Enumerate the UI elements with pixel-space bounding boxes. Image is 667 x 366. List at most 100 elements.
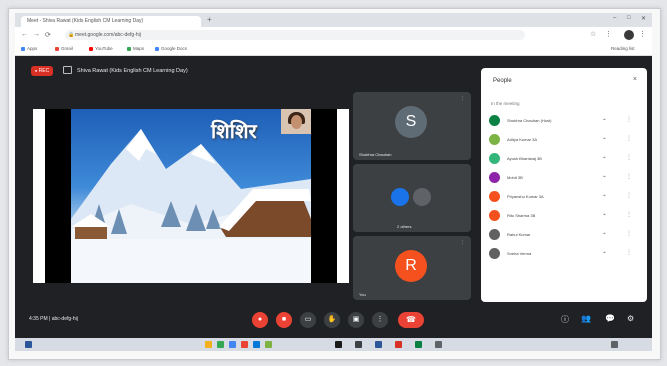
- tile-name: You: [359, 292, 366, 297]
- close-window-icon[interactable]: ✕: [641, 15, 646, 22]
- list-item[interactable]: Rahul Kumar ⌖ ⋮: [489, 226, 639, 244]
- camera-off-button[interactable]: ■: [276, 312, 292, 328]
- more-icon[interactable]: ⋮: [626, 249, 632, 256]
- list-item[interactable]: Sneha Verma ⌖ ⋮: [489, 245, 639, 263]
- avatar: [489, 115, 500, 126]
- app-icon[interactable]: [265, 341, 272, 348]
- app-icon[interactable]: [217, 341, 224, 348]
- list-item[interactable]: Priyanshu Kumar 3A ⌖ ⋮: [489, 188, 639, 206]
- app-icon[interactable]: [335, 341, 342, 348]
- list-item[interactable]: Aditya Kumar 3A ⌖ ⋮: [489, 131, 639, 149]
- mic-off-icon[interactable]: ⌖: [603, 174, 606, 180]
- avatar: [489, 134, 500, 145]
- reading-list[interactable]: Reading list: [611, 43, 635, 55]
- mic-off-icon[interactable]: ⌖: [603, 193, 606, 199]
- panel-title: People: [493, 78, 512, 84]
- pin-icon[interactable]: ⋮: [460, 96, 465, 102]
- slide-heading: शिशिर: [211, 119, 257, 143]
- bookmark-youtube[interactable]: YouTube: [89, 43, 113, 55]
- minimize-icon[interactable]: –: [613, 15, 616, 21]
- list-item[interactable]: Ritu Sharma 3B ⌖ ⋮: [489, 207, 639, 225]
- lock-icon: 🔒: [68, 32, 75, 38]
- app-icon[interactable]: [253, 341, 260, 348]
- mic-off-icon[interactable]: ⌖: [603, 231, 606, 237]
- meet-window: ● REC Shiva Rawat (Kids English CM Learn…: [15, 56, 652, 338]
- reload-icon[interactable]: ⟳: [45, 31, 51, 39]
- menu-icon[interactable]: ⋮: [639, 30, 646, 38]
- star-icon[interactable]: ☆: [590, 30, 596, 38]
- mic-off-icon[interactable]: ⌖: [603, 250, 606, 256]
- stage-right-edge: [337, 109, 349, 283]
- close-icon[interactable]: ×: [633, 76, 637, 83]
- participant-name: Ritu Sharma 3B: [507, 213, 536, 218]
- list-item[interactable]: Ayush Bhardwaj 3B ⌖ ⋮: [489, 150, 639, 168]
- more-icon[interactable]: ⋮: [626, 154, 632, 161]
- mic-off-button[interactable]: ●: [252, 312, 268, 328]
- avatar: [489, 172, 500, 183]
- more-icon[interactable]: ⋮: [626, 135, 632, 142]
- more-options-button[interactable]: ⋮: [372, 312, 388, 328]
- address-input[interactable]: 🔒 meet.google.com/abc-defg-hij: [65, 30, 525, 40]
- more-icon[interactable]: ⋮: [626, 116, 632, 123]
- mic-off-icon[interactable]: ⌖: [603, 212, 606, 218]
- browser-tab-bar: Meet - Shiva Rawat (Kids English CM Lear…: [15, 13, 652, 27]
- forward-icon[interactable]: →: [33, 31, 40, 38]
- mic-off-icon[interactable]: ⌖: [603, 117, 606, 123]
- presentation-stage: शिशिर: [33, 109, 349, 283]
- avatar: R: [395, 250, 427, 282]
- avatar: [489, 210, 500, 221]
- captions-button[interactable]: ▭: [300, 312, 316, 328]
- app-icon[interactable]: [415, 341, 422, 348]
- end-call-button[interactable]: ☎: [398, 312, 424, 328]
- section-label: In the meeting: [491, 101, 520, 106]
- participant-tile[interactable]: ⋮ R You: [353, 236, 471, 300]
- app-icon[interactable]: [355, 341, 362, 348]
- mic-off-icon[interactable]: ⌖: [603, 136, 606, 142]
- back-icon[interactable]: ←: [21, 31, 28, 38]
- participant-name: Rahul Kumar: [507, 232, 531, 237]
- activities-icon[interactable]: ⚙: [627, 314, 634, 323]
- avatar: S: [395, 106, 427, 138]
- participant-name: Sneha Verma: [507, 251, 532, 256]
- app-icon[interactable]: [229, 341, 236, 348]
- meeting-title: Shiva Rawat (Kids English CM Learning Da…: [77, 68, 188, 74]
- bookmark-maps[interactable]: Maps: [127, 43, 144, 55]
- avatar: [489, 229, 500, 240]
- list-item[interactable]: Mohit 3B ⌖ ⋮: [489, 169, 639, 187]
- raise-hand-button[interactable]: ✋: [324, 312, 340, 328]
- bookmark-gmail[interactable]: Gmail: [55, 43, 73, 55]
- info-icon[interactable]: ⓘ: [561, 314, 569, 325]
- more-icon[interactable]: ⋮: [626, 230, 632, 237]
- more-icon[interactable]: ⋮: [626, 211, 632, 218]
- new-tab-button[interactable]: +: [207, 15, 212, 24]
- app-icon[interactable]: [375, 341, 382, 348]
- recording-badge: ● REC: [31, 66, 53, 76]
- browser-tab[interactable]: Meet - Shiva Rawat (Kids English CM Lear…: [21, 16, 201, 27]
- more-icon[interactable]: ⋮: [626, 173, 632, 180]
- bookmark-docs[interactable]: Google Docs: [155, 43, 187, 55]
- tile-name: Shubhra Chauhan: [359, 152, 392, 157]
- address-text: meet.google.com/abc-defg-hij: [75, 32, 141, 38]
- address-bar-row: ← → ⟳ 🔒 meet.google.com/abc-defg-hij ☆ ⋮…: [15, 27, 652, 43]
- pin-icon[interactable]: ⋮: [460, 240, 465, 246]
- chat-icon[interactable]: 💬: [605, 314, 615, 323]
- clock-area[interactable]: [611, 341, 618, 348]
- bookmark-apps[interactable]: Apps: [21, 43, 37, 55]
- start-icon[interactable]: [25, 341, 32, 348]
- present-button[interactable]: ▣: [348, 312, 364, 328]
- app-icon[interactable]: [205, 341, 212, 348]
- mic-off-icon[interactable]: ⌖: [603, 155, 606, 161]
- more-icon[interactable]: ⋮: [626, 192, 632, 199]
- list-item[interactable]: Shubhra Chauhan (Host) ⌖ ⋮: [489, 112, 639, 130]
- app-icon[interactable]: [241, 341, 248, 348]
- people-icon[interactable]: 👥: [581, 314, 591, 323]
- profile-avatar[interactable]: [624, 30, 634, 40]
- avatar: [489, 248, 500, 259]
- participant-tile[interactable]: ⋮ S Shubhra Chauhan: [353, 92, 471, 160]
- participant-tile[interactable]: 2 others: [353, 164, 471, 232]
- extensions-icon[interactable]: ⋮: [605, 30, 612, 38]
- app-icon[interactable]: [395, 341, 402, 348]
- avatar: [413, 188, 431, 206]
- app-icon[interactable]: [435, 341, 442, 348]
- maximize-icon[interactable]: □: [627, 15, 631, 21]
